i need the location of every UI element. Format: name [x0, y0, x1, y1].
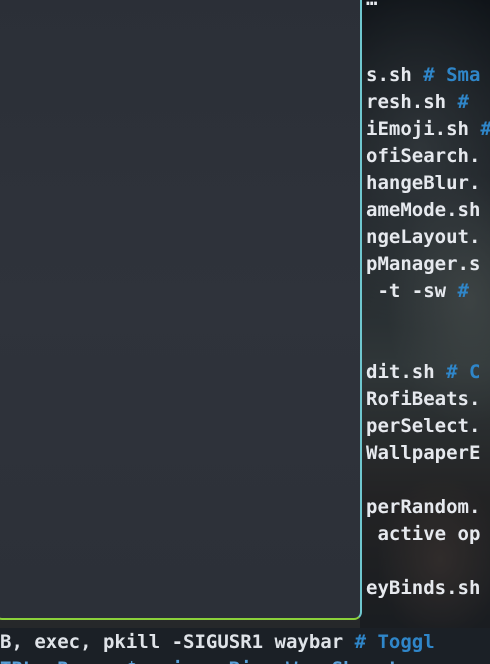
editor-line: pManager.s [366, 251, 480, 278]
editor-line-code: active op [366, 523, 481, 545]
editor-line-code: B, exec, pkill -SIGUSR1 waybar [0, 631, 344, 653]
editor-line-code: ngeLayout. [366, 226, 481, 248]
editor-line-comment: # [446, 280, 469, 302]
editor-line: eyBinds.sh [366, 575, 480, 602]
editor-line-comment: # [446, 91, 469, 113]
editor-line: ngeLayout. [366, 224, 480, 251]
editor-line-code: … [366, 0, 377, 10]
editor-line-code: eyBinds.sh [366, 577, 481, 599]
editor-line: perRandom. [366, 494, 480, 521]
editor-line: WallpaperE [366, 440, 480, 467]
editor-line: iEmoji.sh # [366, 116, 490, 143]
editor-line: resh.sh # [366, 89, 469, 116]
editor-line-comment: # C [434, 361, 481, 383]
editor-line: ameMode.sh [366, 197, 480, 224]
editor-line-code: perRandom. [366, 496, 481, 518]
editor-line: -t -sw # [366, 278, 469, 305]
editor-line-code: pManager.s [366, 253, 481, 275]
editor-line-code: iEmoji.sh [366, 118, 469, 140]
editor-line-code: resh.sh [366, 91, 447, 113]
editor-line-comment: # [468, 118, 490, 140]
editor-line-cut-off: TRL, Re... $...ip...Bi...W...Sb...L [0, 656, 400, 664]
editor-line-code: -t -sw [366, 280, 447, 302]
editor-line: ofiSearch. [366, 143, 480, 170]
editor-line-comment: # Toggl [343, 631, 435, 653]
editor-line: … [366, 0, 377, 13]
editor-line-code: ameMode.sh [366, 199, 481, 221]
editor-line: dit.sh # C [366, 359, 480, 386]
editor-line-bottom: B, exec, pkill -SIGUSR1 waybar # Toggl [0, 629, 435, 656]
editor-line-code: RofiBeats. [366, 388, 481, 410]
editor-line-comment: # Sma [411, 64, 481, 86]
editor-line: s.sh # Sma [366, 62, 480, 89]
editor-line-code: dit.sh [366, 361, 435, 383]
desktop: … s.sh # Sma resh.sh # iEmoji.sh # ofiSe… [0, 0, 490, 664]
editor-line-code: WallpaperE [366, 442, 481, 464]
editor-line-code: perSelect. [366, 415, 481, 437]
editor-line: RofiBeats. [366, 386, 480, 413]
editor-line-code: hangeBlur. [366, 172, 481, 194]
editor-line: perSelect. [366, 413, 480, 440]
editor-line: active op [366, 521, 480, 548]
editor-line-code: ofiSearch. [366, 145, 481, 167]
editor-line: hangeBlur. [366, 170, 480, 197]
editor-line-code: s.sh [366, 64, 412, 86]
floating-window[interactable] [0, 0, 362, 620]
